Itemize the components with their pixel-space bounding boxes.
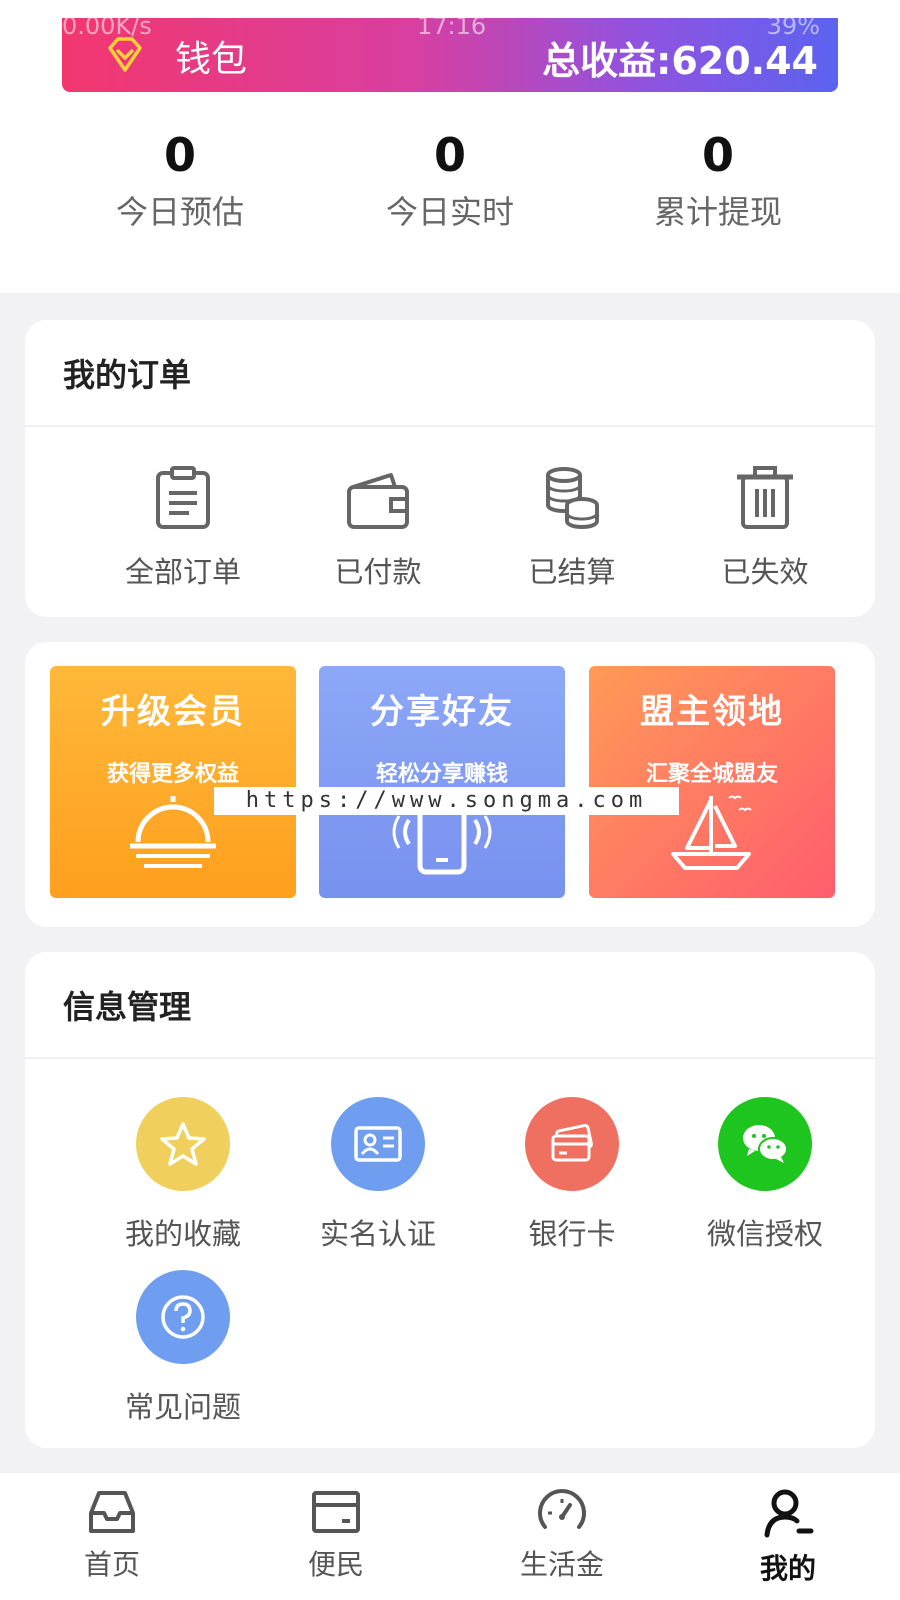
stat-value: 0 [163, 128, 196, 182]
stat-label: 累计提现 [653, 193, 782, 231]
nav-label: 我的 [759, 1552, 816, 1585]
coins-icon [546, 467, 599, 529]
info-title: 信息管理 [63, 988, 192, 1026]
sailboat-icon [671, 795, 752, 870]
trash-icon [737, 466, 793, 529]
order-settled[interactable]: 已结算 [477, 465, 667, 591]
clock: 17:16 [417, 12, 487, 40]
nav-label: 首页 [83, 1548, 140, 1581]
promo-subtitle: 汇聚全城盟友 [645, 762, 778, 787]
nav-life-gold[interactable]: 生活金 [462, 1487, 662, 1583]
stat-value: 0 [433, 128, 466, 182]
total-earnings: 总收益:620.44 [542, 39, 818, 83]
order-label: 全部订单 [124, 555, 241, 589]
stat-value: 0 [701, 128, 734, 182]
wechat-circle [718, 1097, 812, 1191]
order-label: 已失效 [721, 555, 809, 589]
promo-subtitle: 轻松分享赚钱 [375, 762, 508, 787]
earnings-stats: 0 今日预估 0 今日实时 0 累计提现 [0, 125, 900, 245]
promo-title: 盟主领地 [640, 692, 784, 732]
info-faq[interactable]: 常见问题 [88, 1270, 278, 1426]
wallet-icon [347, 473, 409, 529]
promo-title: 升级会员 [101, 692, 245, 732]
info-card: 信息管理 我的收藏 实名认证 银行卡 微信授权 常见问题 [25, 952, 875, 1448]
order-label: 已付款 [334, 555, 422, 589]
stat-today-estimate[interactable]: 0 今日预估 [50, 125, 310, 237]
info-bank-card[interactable]: 银行卡 [477, 1097, 667, 1253]
promo-share-friends[interactable]: 分享好友 轻松分享赚钱 [319, 666, 565, 898]
promo-upgrade-member[interactable]: 升级会员 获得更多权益 [50, 666, 296, 898]
sunrise-icon [130, 796, 216, 868]
orders-title: 我的订单 [63, 356, 192, 394]
bank-card-icon [551, 1124, 593, 1162]
bottom-nav: 首页 便民 生活金 我的 [0, 1473, 900, 1600]
info-label: 实名认证 [319, 1217, 436, 1251]
wechat-icon [743, 1125, 788, 1163]
order-paid[interactable]: 已付款 [283, 465, 473, 591]
order-label: 已结算 [528, 555, 616, 589]
promo-subtitle: 获得更多权益 [106, 762, 239, 787]
promo-card: 升级会员 获得更多权益 分享好友 轻松分享赚钱 盟主领地 汇聚全城盟友 [25, 642, 875, 927]
nav-mine[interactable]: 我的 [688, 1487, 888, 1587]
stat-total-withdrawn[interactable]: 0 累计提现 [588, 125, 848, 237]
diamond-icon [108, 37, 142, 72]
nav-label: 生活金 [519, 1548, 604, 1581]
orders-card: 我的订单 全部订单 已付款 已结算 已失效 [25, 320, 875, 617]
stat-label: 今日预估 [115, 193, 244, 231]
info-wechat-auth[interactable]: 微信授权 [670, 1097, 860, 1253]
divider [25, 1057, 875, 1059]
question-icon [161, 1295, 205, 1339]
inbox-icon [89, 1491, 135, 1533]
stat-today-realtime[interactable]: 0 今日实时 [320, 125, 580, 237]
info-favorites[interactable]: 我的收藏 [88, 1097, 278, 1253]
info-label: 常见问题 [124, 1390, 241, 1424]
order-all[interactable]: 全部订单 [88, 465, 278, 591]
info-label: 银行卡 [528, 1217, 616, 1251]
card-icon [312, 1491, 360, 1533]
promo-leader-territory[interactable]: 盟主领地 汇聚全城盟友 [589, 666, 835, 898]
info-label: 我的收藏 [124, 1217, 241, 1251]
watermark: https://www.songma.com [214, 787, 679, 815]
favorites-circle [136, 1097, 230, 1191]
info-real-name[interactable]: 实名认证 [283, 1097, 473, 1253]
faq-circle [136, 1270, 230, 1364]
star-icon [160, 1122, 206, 1166]
nav-home[interactable]: 首页 [12, 1487, 212, 1583]
promo-title: 分享好友 [370, 692, 514, 732]
id-card-icon [354, 1126, 402, 1162]
order-invalid[interactable]: 已失效 [670, 465, 860, 591]
stat-label: 今日实时 [385, 193, 514, 231]
user-icon [764, 1489, 814, 1538]
bank-card-circle [525, 1097, 619, 1191]
real-name-circle [331, 1097, 425, 1191]
gauge-icon [538, 1489, 586, 1529]
nav-label: 便民 [307, 1548, 364, 1581]
clipboard-icon [156, 466, 210, 529]
info-label: 微信授权 [706, 1217, 823, 1251]
nav-convenience[interactable]: 便民 [236, 1487, 436, 1583]
wallet-label: 钱包 [175, 39, 248, 80]
divider [25, 425, 875, 427]
